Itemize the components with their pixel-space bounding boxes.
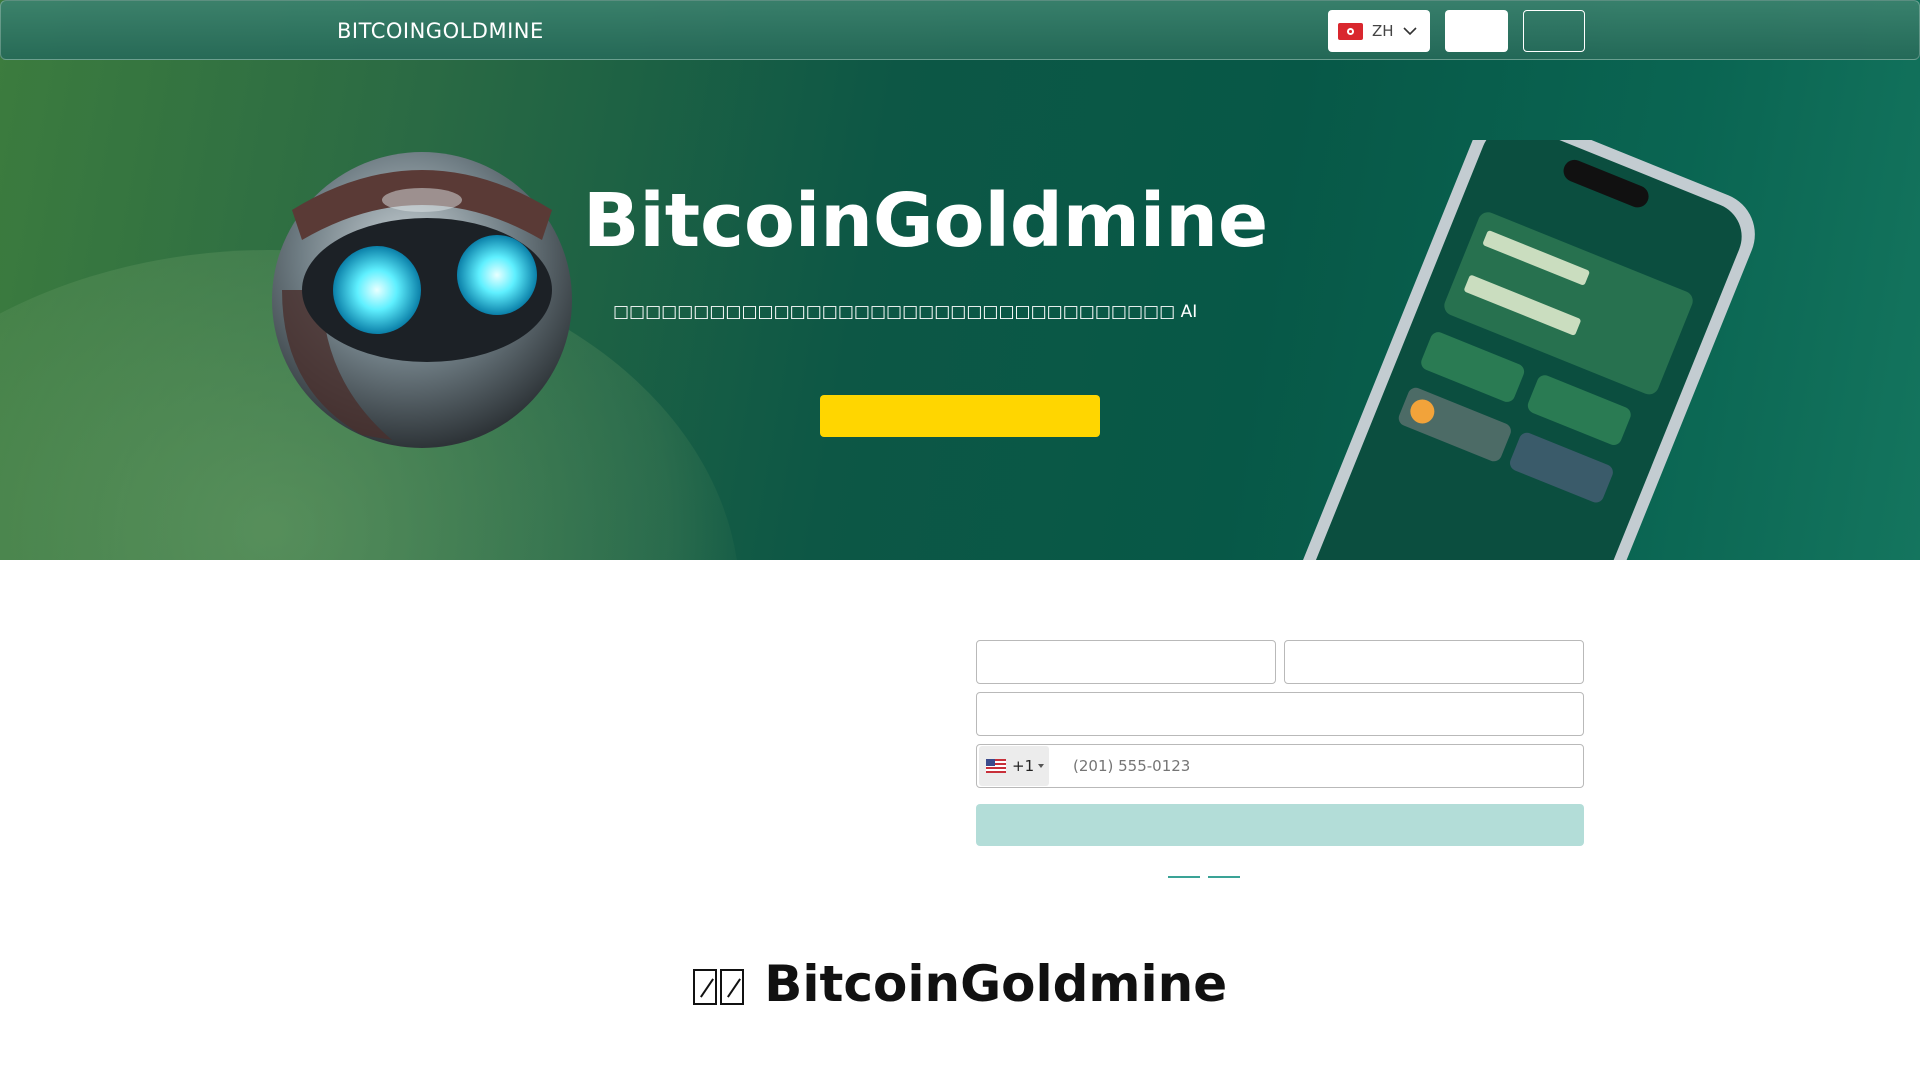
missing-glyph-icon bbox=[719, 969, 744, 1005]
phone-field: +1 bbox=[976, 744, 1584, 788]
chevron-down-icon bbox=[1402, 27, 1417, 36]
signup-button[interactable] bbox=[1523, 10, 1585, 52]
robot-illustration bbox=[272, 152, 572, 448]
caret-down-icon bbox=[1038, 764, 1045, 768]
us-flag-icon bbox=[986, 759, 1006, 773]
login-button[interactable] bbox=[1445, 10, 1508, 52]
about-heading: BitcoinGoldmine bbox=[0, 955, 1920, 1013]
register-submit-button[interactable] bbox=[976, 804, 1584, 846]
hong-kong-flag-icon bbox=[1338, 22, 1363, 40]
privacy-link[interactable] bbox=[1208, 876, 1240, 878]
email-field[interactable] bbox=[976, 692, 1584, 736]
phone-input[interactable] bbox=[1073, 757, 1553, 775]
country-code-selector[interactable]: +1 bbox=[979, 746, 1049, 786]
brand-logo-text[interactable]: BITCOINGOLDMINE bbox=[337, 19, 544, 43]
language-selector[interactable]: ZH bbox=[1328, 10, 1430, 52]
terms-link[interactable] bbox=[1168, 876, 1200, 878]
language-code: ZH bbox=[1372, 22, 1394, 40]
phone-illustration bbox=[1292, 140, 1755, 560]
hero-subtitle: □□□□□□□□□□□□□□□□□□□□□□□□□□□□□□□□□□□ AI bbox=[613, 302, 1198, 322]
last-name-field[interactable] bbox=[1284, 640, 1584, 684]
hero-cta-button[interactable] bbox=[820, 395, 1100, 437]
hero-section: BITCOINGOLDMINE ZH BitcoinGoldmine □□□□□… bbox=[0, 0, 1920, 560]
hero-title: BitcoinGoldmine bbox=[583, 178, 1269, 264]
first-name-field[interactable] bbox=[976, 640, 1276, 684]
missing-glyph-icon bbox=[692, 969, 717, 1005]
top-navbar: BITCOINGOLDMINE ZH bbox=[0, 0, 1920, 60]
dial-code: +1 bbox=[1012, 757, 1035, 775]
about-title: BitcoinGoldmine bbox=[764, 955, 1228, 1013]
